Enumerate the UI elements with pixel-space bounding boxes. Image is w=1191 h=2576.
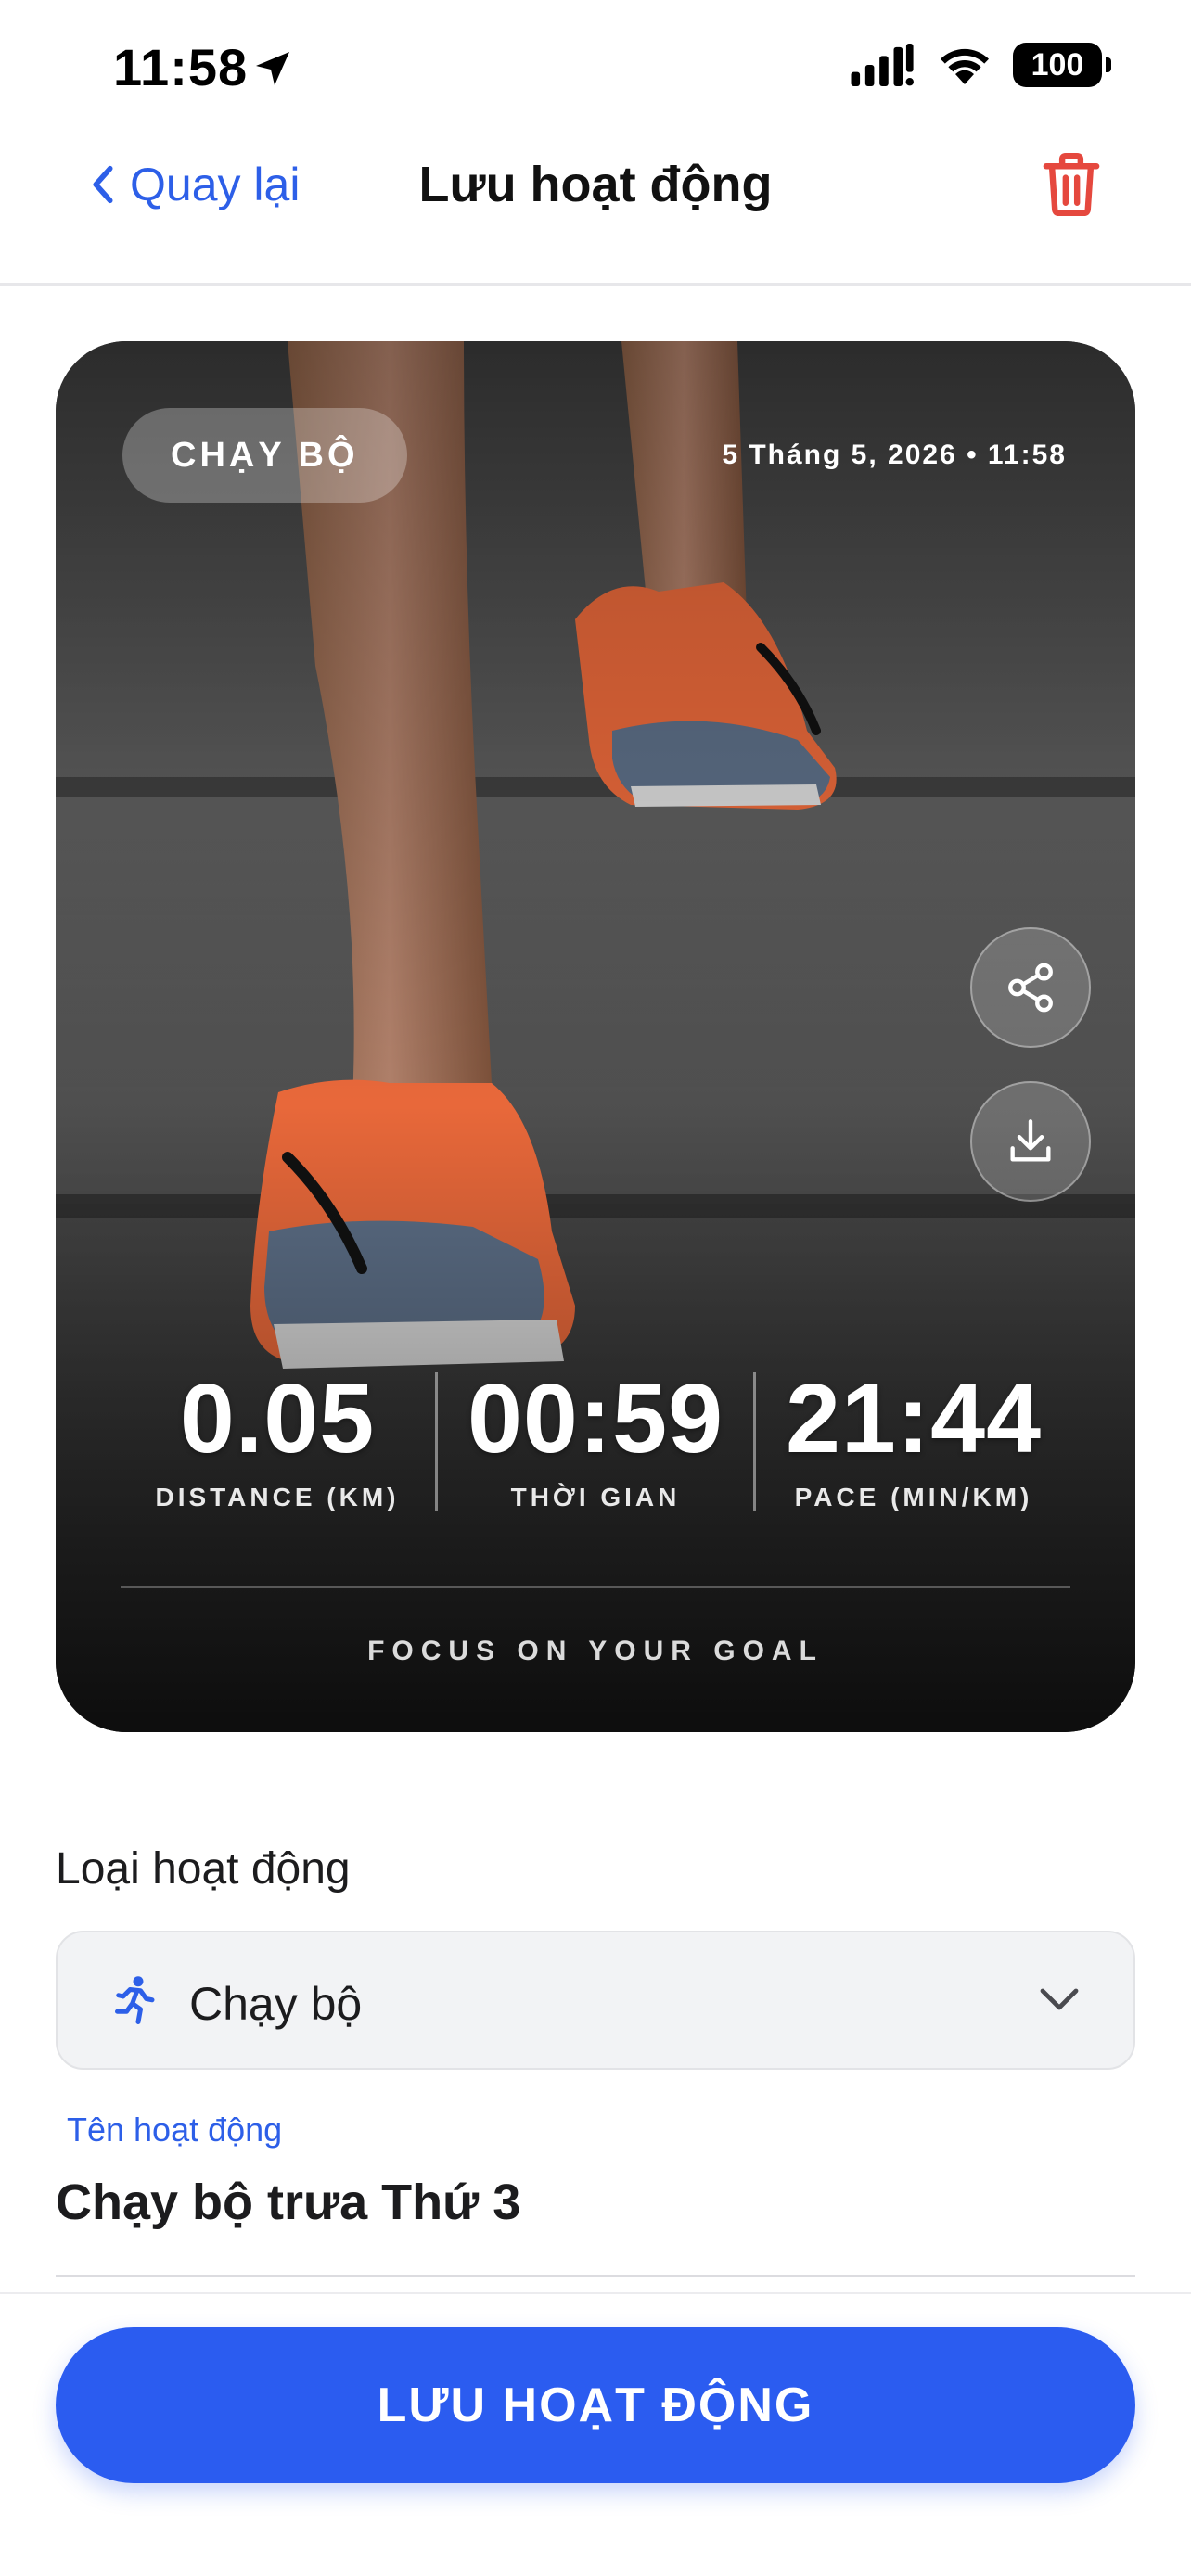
wifi-icon [941,48,989,84]
activity-share-card: CHẠY BỘ 5 Tháng 5, 2026 • 11:58 0.05 DIS… [56,341,1135,1732]
nav-bar: Quay lại Lưu hoạt động [0,130,1191,286]
stat-pace: 21:44 PACE (MIN/KM) [756,1365,1071,1512]
card-slogan: FOCUS ON YOUR GOAL [367,1636,824,1666]
share-icon [1008,963,1053,1013]
distance-label: DISTANCE (KM) [155,1482,400,1511]
footer-bar: LƯU HOẠT ĐỘNG [0,2292,1191,2576]
signal-icon [851,44,914,86]
activity-type-select[interactable]: Chạy bộ [56,1931,1135,2070]
status-bar: 11:58 100 [0,0,1191,130]
trash-icon[interactable] [1039,150,1104,219]
running-shoes-photo [56,341,1135,1732]
activity-type-value: Chạy bộ [189,1978,363,2030]
activity-type-label: Loại hoạt động [56,1844,351,1894]
save-activity-button[interactable]: LƯU HOẠT ĐỘNG [56,2327,1135,2483]
download-icon [1010,1119,1051,1162]
activity-date: 5 Tháng 5, 2026 • 11:58 [722,440,1067,470]
stats-row: 0.05 DISTANCE (KM) 00:59 THỜI GIAN 21:44… [56,1365,1135,1512]
download-button[interactable] [970,1081,1091,1202]
time-value: 00:59 [467,1364,724,1473]
time-label: THỜI GIAN [510,1482,681,1511]
stat-distance: 0.05 DISTANCE (KM) [120,1365,435,1512]
pace-value: 21:44 [785,1364,1043,1473]
status-indicators: 100 [850,43,1111,87]
chevron-down-icon [1040,1988,1079,2010]
location-arrow-icon [256,52,289,85]
status-time: 11:58 [113,38,249,96]
pace-label: PACE (MIN/KM) [794,1482,1033,1511]
share-button[interactable] [970,927,1091,1048]
distance-value: 0.05 [179,1364,376,1473]
activity-name-label: Tên hoạt động [67,2111,283,2149]
card-divider [121,1586,1070,1588]
running-person-icon [115,1976,155,2024]
activity-name-input[interactable] [56,2166,1135,2277]
stat-time: 00:59 THỜI GIAN [438,1365,753,1512]
activity-type-chip: CHẠY BỘ [122,408,407,503]
page-title: Lưu hoạt động [418,157,773,212]
battery-icon: 100 [1013,43,1111,87]
